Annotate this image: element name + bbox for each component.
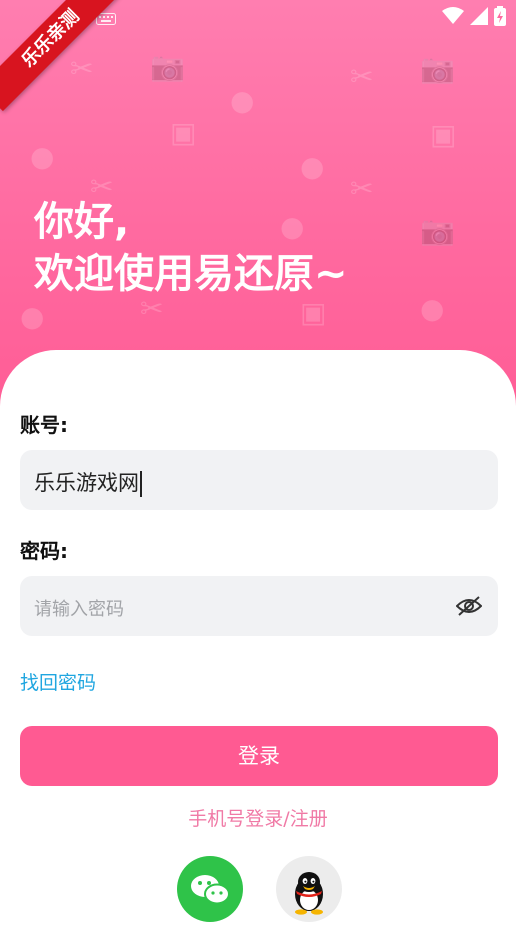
password-field[interactable]: 请输入密码	[20, 576, 498, 636]
eye-off-icon[interactable]	[455, 594, 483, 622]
qq-login-button[interactable]	[276, 856, 342, 922]
password-placeholder[interactable]: 请输入密码	[34, 595, 124, 621]
greeting-line-2: 欢迎使用易还原~	[34, 251, 348, 297]
forgot-password-link[interactable]: 找回密码	[20, 668, 96, 695]
signal-icon	[470, 7, 488, 29]
account-label: 账号:	[20, 413, 68, 437]
wechat-login-button[interactable]	[177, 856, 243, 922]
password-label: 密码:	[20, 539, 68, 563]
login-button[interactable]: 登录	[20, 726, 498, 786]
text-caret	[140, 471, 142, 497]
wechat-icon	[177, 875, 243, 926]
greeting-title: 你好, 欢迎使用易还原~	[34, 196, 348, 300]
phone-login-register-link[interactable]: 手机号登录/注册	[0, 804, 516, 831]
account-input-value[interactable]: 乐乐游戏网	[34, 471, 139, 495]
account-input-wrapper[interactable]: 乐乐游戏网	[34, 467, 142, 497]
battery-icon	[494, 6, 506, 30]
wifi-icon	[442, 7, 464, 29]
qq-icon	[276, 872, 342, 926]
greeting-line-1: 你好,	[34, 199, 130, 245]
account-field[interactable]: 乐乐游戏网	[20, 450, 498, 510]
